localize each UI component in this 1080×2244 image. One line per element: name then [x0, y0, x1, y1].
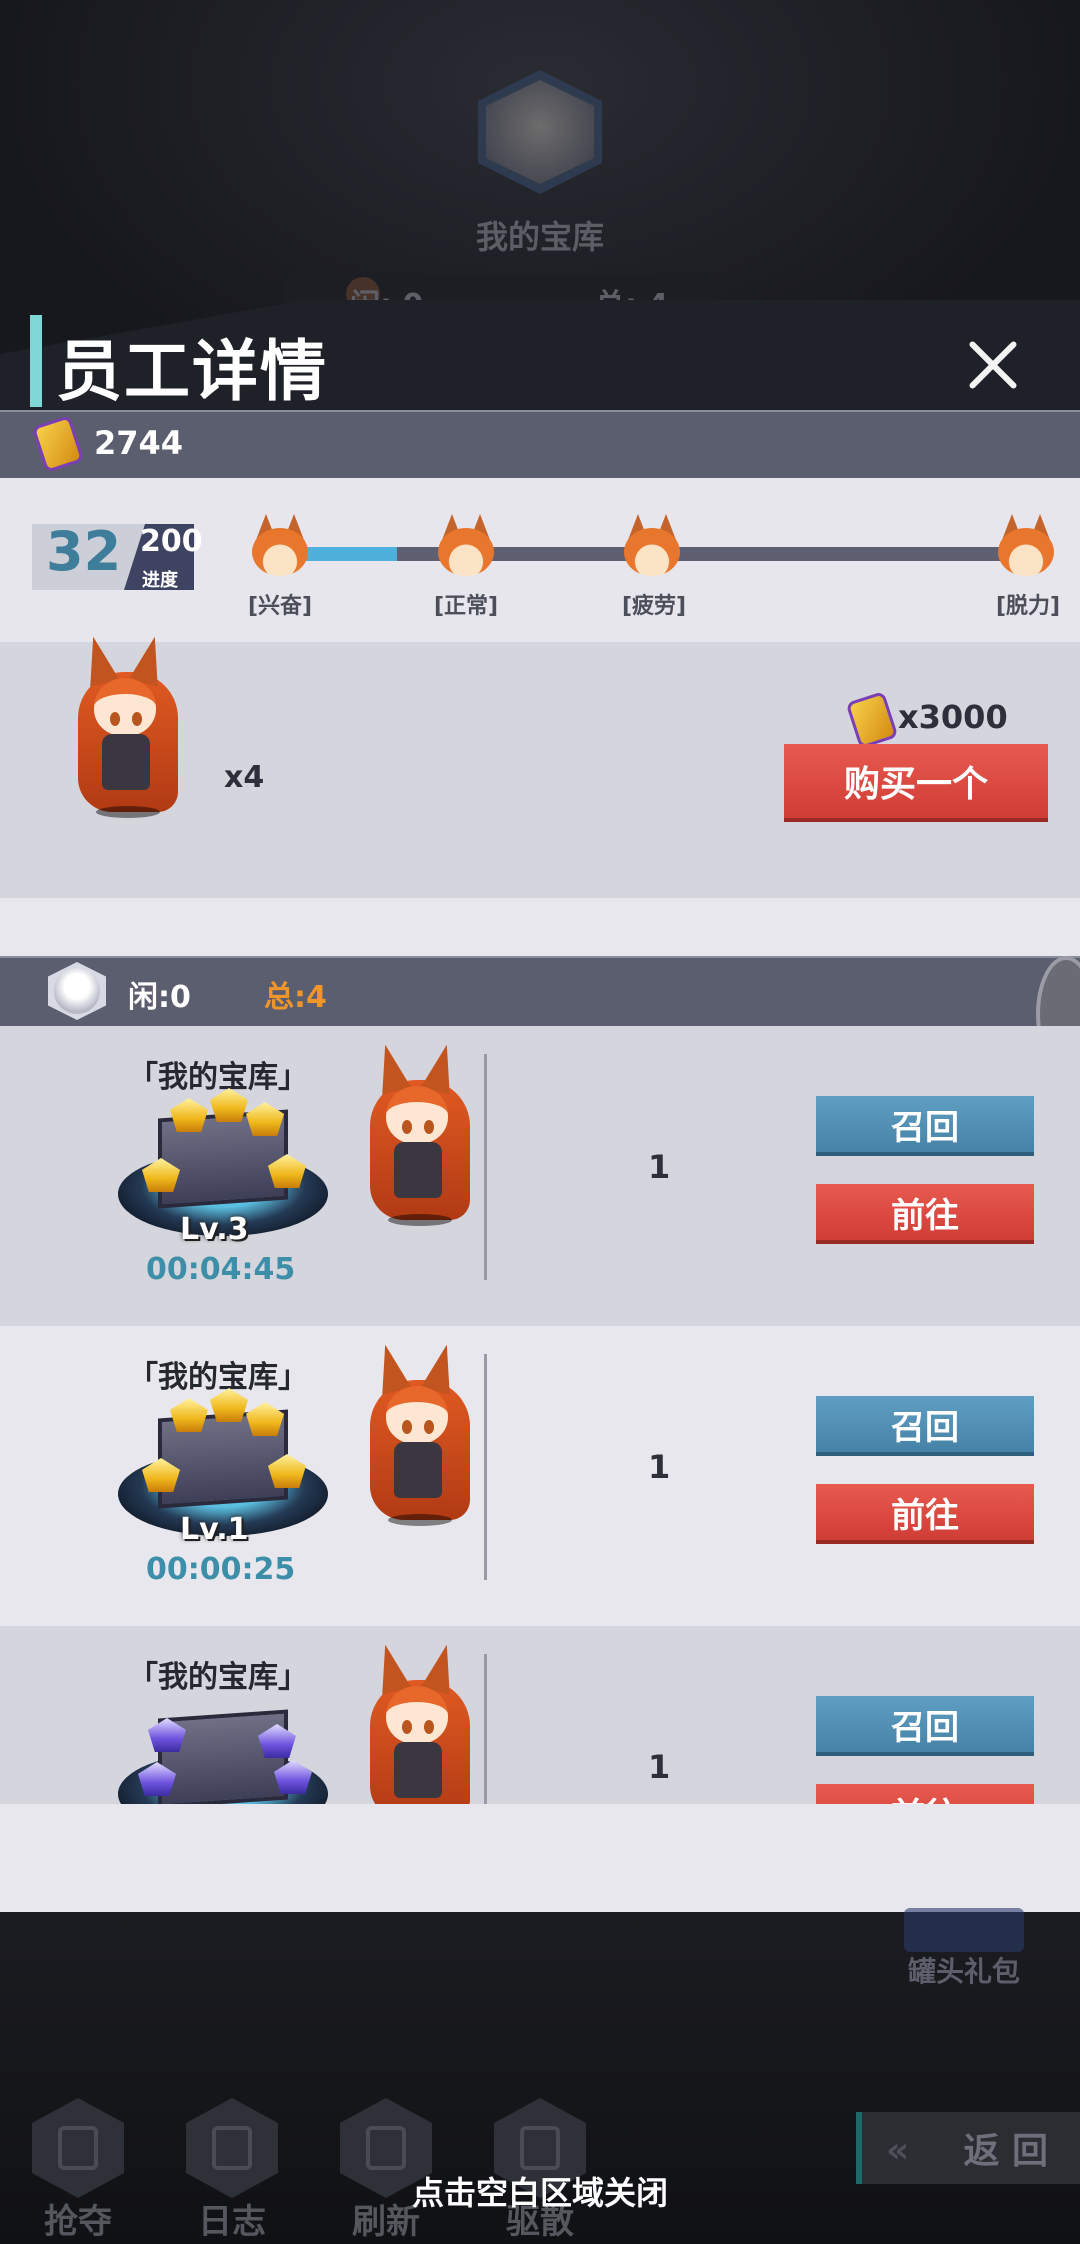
- assigned-fox-girl: [348, 1642, 488, 1804]
- goto-button[interactable]: 前往: [816, 1784, 1034, 1804]
- vault-timer: 00:04:45: [146, 1252, 296, 1287]
- stage-label-normal: [正常]: [434, 594, 499, 619]
- nav-plunder[interactable]: 抢夺: [28, 2098, 128, 2244]
- vault-timer: 00:00:25: [146, 1552, 296, 1587]
- tap-to-close-hint: 点击空白区域关闭: [411, 2174, 668, 2212]
- price: x3000: [898, 698, 1008, 736]
- panel-title: 员工详情: [56, 333, 328, 410]
- recall-button[interactable]: 召回: [816, 1696, 1034, 1752]
- purple-vault-icon: [118, 1688, 328, 1804]
- assigned-fox-girl: [348, 1342, 488, 1532]
- list-idle-count: 闲:0: [128, 980, 191, 1015]
- stage-label-excited: [兴奋]: [248, 594, 313, 619]
- fox-exhausted-icon: [994, 514, 1058, 576]
- assignment-list[interactable]: 「我的宝库」 Lv.3 00:04:45 1 召回 前往 「我的宝库」 Lv.1…: [0, 1026, 1080, 1804]
- nav-plunder-label: 抢夺: [44, 2202, 112, 2242]
- gift-pack-label: 罐头礼包: [908, 1955, 1021, 1988]
- assigned-count: 1: [648, 1448, 671, 1486]
- nav-log[interactable]: 日志: [182, 2098, 282, 2244]
- recall-button[interactable]: 召回: [816, 1396, 1034, 1452]
- title-accent-bar: [30, 315, 42, 407]
- row-divider: [484, 1054, 487, 1280]
- vault-level: Lv.1: [180, 1512, 249, 1547]
- list-total-count: 总:4: [264, 980, 327, 1015]
- assigned-count: 1: [648, 1748, 671, 1786]
- plunder-icon: [58, 2126, 98, 2170]
- buy-one-button[interactable]: 购买一个: [784, 744, 1048, 818]
- panel-footer: [0, 1804, 1080, 1912]
- fox-girl-character: [56, 634, 196, 824]
- close-button[interactable]: [955, 330, 1031, 400]
- dispel-icon: [520, 2126, 560, 2170]
- back-button[interactable]: « 返 回: [856, 2112, 1080, 2184]
- stage-label-tired: [疲劳]: [622, 594, 687, 619]
- progress-label: 进度: [142, 570, 178, 591]
- progress-current: 32: [46, 520, 122, 583]
- gift-pack-icon: [904, 1908, 1024, 1952]
- row-divider: [484, 1354, 487, 1580]
- refresh-icon: [366, 2126, 406, 2170]
- fox-tired-icon: [620, 514, 684, 576]
- background-vault-title: 我的宝库: [475, 218, 604, 256]
- list-item: 「我的宝库」 Lv.3 00:04:45 1 召回 前往: [0, 1026, 1080, 1326]
- list-item: 「我的宝库」 1 召回 前往: [0, 1626, 1080, 1804]
- vault-level: Lv.3: [180, 1212, 249, 1247]
- nav-log-label: 日志: [198, 2202, 266, 2242]
- assigned-count: 1: [648, 1148, 671, 1186]
- assigned-fox-girl: [348, 1042, 488, 1232]
- log-icon: [212, 2126, 252, 2170]
- row-divider: [484, 1654, 487, 1804]
- goto-button[interactable]: 前往: [816, 1484, 1034, 1540]
- list-item: 「我的宝库」 Lv.1 00:00:25 1 召回 前往: [0, 1326, 1080, 1626]
- progress-max: 200: [140, 524, 203, 559]
- fox-excited-icon: [248, 514, 312, 576]
- fox-normal-icon: [434, 514, 498, 576]
- stage-label-exhausted: [脱力]: [996, 594, 1061, 619]
- player-avatar: [54, 968, 100, 1014]
- back-label: 返 回: [963, 2131, 1048, 2172]
- currency-amount: 2744: [94, 424, 184, 462]
- owned-quantity: x4: [224, 760, 265, 795]
- section-spacer: [0, 898, 1080, 956]
- chevron-left-icon: «: [886, 2130, 910, 2171]
- goto-button[interactable]: 前往: [816, 1184, 1034, 1240]
- recall-button[interactable]: 召回: [816, 1096, 1034, 1152]
